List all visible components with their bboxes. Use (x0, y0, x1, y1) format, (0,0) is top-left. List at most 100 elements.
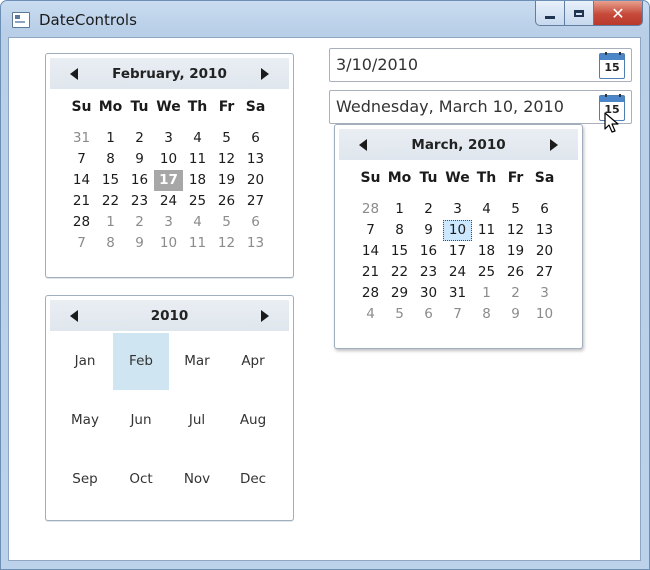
next-arrow-icon[interactable] (261, 68, 269, 80)
calendar-day[interactable]: 3 (154, 212, 183, 233)
calendar-day[interactable]: 11 (183, 233, 212, 254)
calendar-day[interactable]: 27 (241, 191, 270, 212)
calendar-day[interactable]: 5 (212, 212, 241, 233)
calendar-day[interactable]: 20 (241, 170, 270, 191)
calendar-month-cell[interactable]: May (57, 392, 113, 449)
calendar-title[interactable]: March, 2010 (339, 137, 578, 153)
calendar-day[interactable]: 16 (414, 241, 443, 262)
calendar-month-cell[interactable]: Mar (169, 333, 225, 390)
calendar-day[interactable]: 19 (501, 241, 530, 262)
minimize-button[interactable] (535, 1, 565, 26)
calendar-day[interactable]: 10 (443, 220, 472, 241)
calendar-month-cell[interactable]: Dec (225, 451, 281, 508)
calendar-title[interactable]: February, 2010 (50, 66, 289, 82)
calendar-day[interactable]: 29 (385, 283, 414, 304)
calendar-day[interactable]: 17 (154, 170, 183, 191)
calendar-button[interactable]: 15 (599, 52, 625, 79)
calendar-day[interactable]: 5 (212, 128, 241, 149)
calendar-day[interactable]: 19 (212, 170, 241, 191)
calendar-day[interactable]: 1 (96, 212, 125, 233)
calendar-day[interactable]: 21 (67, 191, 96, 212)
calendar-month-cell[interactable]: Oct (113, 451, 169, 508)
calendar-day[interactable]: 24 (154, 191, 183, 212)
calendar-month-cell[interactable]: Aug (225, 392, 281, 449)
calendar-month-cell[interactable]: Apr (225, 333, 281, 390)
calendar-day[interactable]: 1 (96, 128, 125, 149)
calendar-day[interactable]: 2 (414, 199, 443, 220)
calendar-day[interactable]: 9 (501, 304, 530, 325)
calendar-day[interactable]: 26 (212, 191, 241, 212)
calendar-title[interactable]: 2010 (50, 308, 289, 324)
calendar-day[interactable]: 10 (154, 233, 183, 254)
calendar-day[interactable]: 20 (530, 241, 559, 262)
calendar-month-cell[interactable]: Jul (169, 392, 225, 449)
calendar-day[interactable]: 28 (356, 199, 385, 220)
calendar-day[interactable]: 15 (385, 241, 414, 262)
calendar-day[interactable]: 4 (472, 199, 501, 220)
calendar-month-cell[interactable]: Nov (169, 451, 225, 508)
calendar-day[interactable]: 12 (212, 149, 241, 170)
close-button[interactable]: ✕ (594, 1, 643, 26)
calendar-day[interactable]: 12 (212, 233, 241, 254)
calendar-day[interactable]: 1 (472, 283, 501, 304)
calendar-day[interactable]: 4 (183, 128, 212, 149)
calendar-day[interactable]: 16 (125, 170, 154, 191)
calendar-day[interactable]: 25 (472, 262, 501, 283)
calendar-day[interactable]: 17 (443, 241, 472, 262)
title-bar[interactable]: DateControls ✕ (1, 1, 649, 37)
calendar-month-cell[interactable]: Feb (113, 333, 169, 390)
calendar-day[interactable]: 12 (501, 220, 530, 241)
calendar-day[interactable]: 4 (356, 304, 385, 325)
calendar-day[interactable]: 8 (96, 149, 125, 170)
calendar-day[interactable]: 6 (241, 212, 270, 233)
calendar-day[interactable]: 9 (125, 149, 154, 170)
calendar-day[interactable]: 3 (154, 128, 183, 149)
calendar-day[interactable]: 13 (241, 233, 270, 254)
calendar-day[interactable]: 8 (385, 220, 414, 241)
calendar-month-cell[interactable]: Sep (57, 451, 113, 508)
calendar-day[interactable]: 11 (183, 149, 212, 170)
next-arrow-icon[interactable] (261, 310, 269, 322)
calendar-day[interactable]: 14 (67, 170, 96, 191)
calendar-day[interactable]: 7 (67, 149, 96, 170)
next-arrow-icon[interactable] (550, 139, 558, 151)
calendar-day[interactable]: 9 (125, 233, 154, 254)
calendar-day[interactable]: 3 (530, 283, 559, 304)
calendar-day[interactable]: 30 (414, 283, 443, 304)
calendar-day[interactable]: 2 (125, 128, 154, 149)
calendar-day[interactable]: 15 (96, 170, 125, 191)
calendar-day[interactable]: 7 (67, 233, 96, 254)
calendar-day[interactable]: 28 (67, 212, 96, 233)
calendar-day[interactable]: 13 (530, 220, 559, 241)
calendar-day[interactable]: 7 (356, 220, 385, 241)
calendar-day[interactable]: 27 (530, 262, 559, 283)
calendar-day[interactable]: 18 (183, 170, 212, 191)
calendar-day[interactable]: 25 (183, 191, 212, 212)
calendar-day[interactable]: 2 (125, 212, 154, 233)
calendar-day[interactable]: 23 (414, 262, 443, 283)
calendar-day[interactable]: 6 (414, 304, 443, 325)
maximize-button[interactable] (565, 1, 594, 26)
calendar-day[interactable]: 6 (241, 128, 270, 149)
calendar-day[interactable]: 6 (530, 199, 559, 220)
calendar-day[interactable]: 5 (501, 199, 530, 220)
date-picker-text[interactable]: Wednesday, March 10, 2010 (336, 97, 564, 116)
calendar-day[interactable]: 18 (472, 241, 501, 262)
calendar-day[interactable]: 8 (472, 304, 501, 325)
calendar-month-cell[interactable]: Jun (113, 392, 169, 449)
calendar-day[interactable]: 7 (443, 304, 472, 325)
date-picker-text[interactable]: 3/10/2010 (336, 55, 418, 74)
calendar-day[interactable]: 28 (356, 283, 385, 304)
calendar-month-cell[interactable]: Jan (57, 333, 113, 390)
calendar-day[interactable]: 23 (125, 191, 154, 212)
calendar-day[interactable]: 11 (472, 220, 501, 241)
calendar-day[interactable]: 22 (96, 191, 125, 212)
calendar-day[interactable]: 24 (443, 262, 472, 283)
calendar-day[interactable]: 9 (414, 220, 443, 241)
calendar-day[interactable]: 26 (501, 262, 530, 283)
calendar-day[interactable]: 2 (501, 283, 530, 304)
calendar-day[interactable]: 5 (385, 304, 414, 325)
calendar-day[interactable]: 10 (530, 304, 559, 325)
calendar-day[interactable]: 13 (241, 149, 270, 170)
calendar-day[interactable]: 31 (67, 128, 96, 149)
